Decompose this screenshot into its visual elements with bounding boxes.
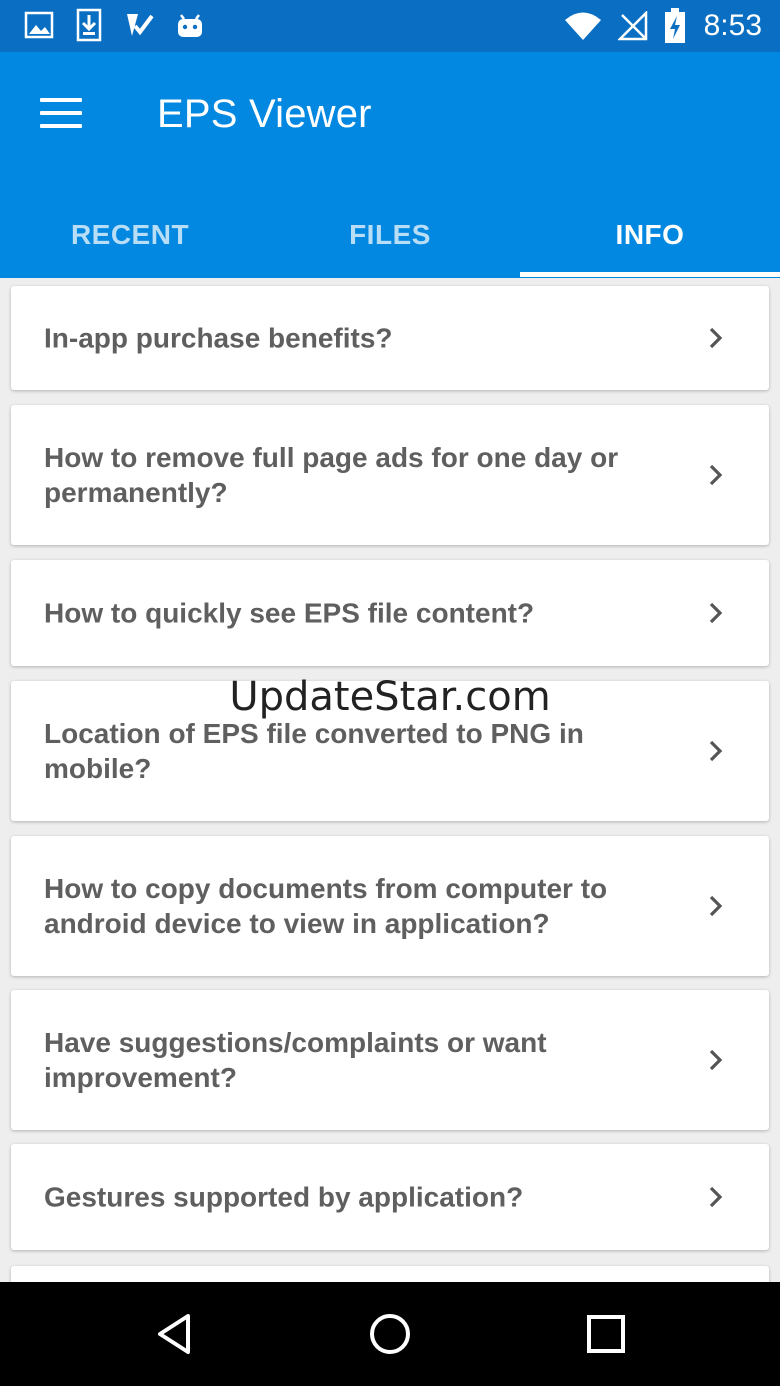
list-item-label: Gestures supported by application? [44,1181,524,1213]
chevron-right-icon [709,327,723,349]
back-icon[interactable] [152,1310,200,1358]
wifi-icon [564,11,602,41]
list-item[interactable]: How to quickly see EPS file content? [11,560,769,666]
list-item-label: How to quickly see EPS file content? [44,597,535,629]
tab-indicator [520,272,780,277]
list-item[interactable]: Gestures supported by application? [11,1144,769,1250]
list-item-label: Have suggestions/complaints or want impr… [44,1027,547,1093]
list-item-label: In-app purchase benefits? [44,322,393,354]
list-item-label: Location of EPS file converted to PNG in… [44,718,584,784]
list-item[interactable]: Have suggestions/complaints or want impr… [11,990,769,1130]
chevron-right-icon [709,1049,723,1071]
tab-files[interactable]: FILES [260,192,520,278]
no-signal-icon [617,11,648,41]
tab-info[interactable]: INFO [520,192,780,278]
list-item[interactable]: In-app purchase benefits? [11,286,769,390]
download-icon [76,8,102,42]
app-bar: EPS Viewer RECENT FILES INFO [0,52,780,278]
app-title: EPS Viewer [157,92,372,136]
android-icon [176,10,204,40]
info-list: In-app purchase benefits? How to remove … [0,278,780,1282]
check-task-icon [124,10,154,40]
home-icon[interactable] [366,1310,414,1358]
chevron-right-icon [709,602,723,624]
chevron-right-icon [709,740,723,762]
clock: 8:53 [703,9,762,42]
navigation-bar [0,1282,780,1386]
watermark: UpdateStar.com [229,674,551,720]
list-item[interactable]: How to copy documents from computer to a… [11,836,769,976]
tab-recent[interactable]: RECENT [0,192,260,278]
tab-bar: RECENT FILES INFO [0,192,780,278]
recents-icon[interactable] [582,1310,630,1358]
list-item[interactable]: How to remove full page ads for one day … [11,405,769,545]
chevron-right-icon [709,1186,723,1208]
battery-charging-icon [664,8,686,44]
chevron-right-icon [709,464,723,486]
list-item-label: How to remove full page ads for one day … [44,442,619,508]
status-bar: 8:53 [0,0,780,52]
list-item-label: How to copy documents from computer to a… [44,873,608,939]
chevron-right-icon [709,895,723,917]
list-item[interactable] [11,1266,769,1282]
image-icon [24,10,54,40]
hamburger-menu-icon[interactable] [40,98,82,128]
